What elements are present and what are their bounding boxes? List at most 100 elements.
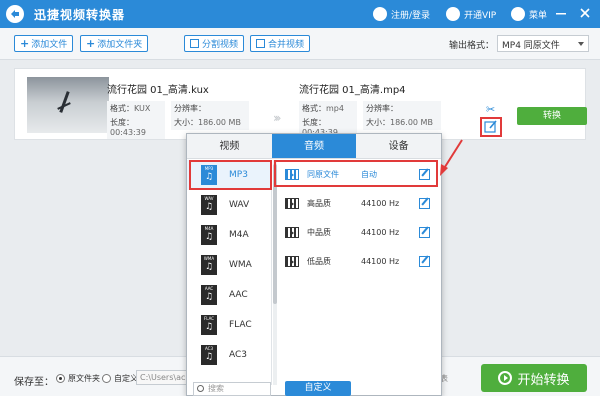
quality-name: 低品质 [307, 257, 331, 266]
search-placeholder: 搜索 [208, 384, 224, 393]
format-item-m4a[interactable]: M4A ♫ M4A [187, 220, 271, 250]
start-convert-label: 开始转换 [517, 372, 570, 388]
quality-rate: 44100 Hz [361, 257, 400, 266]
radio-custom-folder[interactable]: 自定义 [102, 373, 138, 384]
target-resolution: 分辨率： [363, 101, 441, 116]
source-size-label: 大小： [174, 118, 198, 127]
merge-video-button[interactable]: 合并视频 [250, 35, 311, 52]
edit-icon[interactable] [419, 227, 430, 238]
merge-video-label: 合并视频 [268, 40, 305, 50]
edit-settings-button[interactable] [480, 117, 502, 137]
target-size: 大小：186.00 MB [363, 115, 441, 130]
minimize-icon[interactable] [554, 6, 568, 20]
wav-file-icon: WAV ♫ [201, 195, 217, 215]
format-search-input[interactable]: 搜索 [193, 382, 271, 396]
radio-checked-icon [56, 374, 65, 383]
login-button[interactable]: 注册/登录 [373, 6, 430, 22]
source-duration-value: 00:43:39 [110, 128, 146, 137]
start-convert-button[interactable]: 开始转换 [481, 364, 587, 392]
edit-icon[interactable] [419, 256, 430, 267]
play-circle-icon [498, 371, 513, 385]
format-item-aac[interactable]: AAC ♫ AAC [187, 280, 271, 310]
menu-icon [511, 7, 525, 21]
source-file-name: 流行花园 01_高清.kux [107, 85, 209, 96]
target-size-value: 186.00 MB [390, 118, 433, 127]
video-preset-icon [285, 198, 299, 209]
radio-original-label: 原文件夹 [68, 374, 100, 383]
source-resolution-label: 分辨率： [174, 104, 206, 113]
target-format: 格式：mp4 [299, 101, 357, 116]
output-format-label: 输出格式： [449, 41, 495, 51]
flac-file-icon: FLAC ♫ [201, 315, 217, 335]
menu-button[interactable]: 菜单 [511, 6, 547, 22]
quality-item-medium[interactable]: 中品质 44100 Hz [279, 218, 439, 247]
format-item-wma[interactable]: WMA ♫ WMA [187, 250, 271, 280]
format-item-flac[interactable]: FLAC ♫ FLAC [187, 310, 271, 340]
split-video-button[interactable]: 分割视频 [184, 35, 245, 52]
target-file-name: 流行花园 01_高清.mp4 [299, 85, 406, 96]
edit-icon [484, 120, 497, 133]
format-list: MP3 ♫ MP3 WAV ♫ WAV M4A ♫ M4A WMA ♫ WMA AAC ♫… [187, 160, 272, 385]
tab-device[interactable]: 设备 [356, 134, 441, 158]
output-format-select[interactable]: MP4 同原文件 [497, 35, 589, 52]
chevron-down-icon [578, 42, 584, 46]
toolbar: + 添加文件 + 添加文件夹 分割视频 合并视频 输出格式： MP4 同原文件 [0, 28, 600, 60]
plus-icon: + [86, 36, 96, 50]
target-format-label: 格式： [302, 104, 326, 113]
add-file-label: 添加文件 [31, 40, 68, 50]
vip-button[interactable]: 开通VIP [446, 6, 496, 22]
format-label: M4A [229, 230, 249, 240]
format-badge: AC3 [204, 346, 213, 351]
quality-rate: 44100 Hz [361, 199, 400, 208]
radio-original-folder[interactable]: 原文件夹 [56, 373, 100, 384]
add-file-button[interactable]: + 添加文件 [14, 35, 74, 52]
edit-icon[interactable] [419, 198, 430, 209]
save-to-label: 保存至： [14, 377, 54, 388]
close-icon[interactable] [578, 6, 592, 20]
quality-item-low[interactable]: 低品质 44100 Hz [279, 247, 439, 276]
tab-video[interactable]: 视频 [187, 134, 272, 158]
format-item-ac3[interactable]: AC3 ♫ AC3 [187, 340, 271, 370]
custom-button[interactable]: 自定义 [285, 381, 351, 396]
format-badge: WAV [204, 196, 214, 201]
add-folder-button[interactable]: + 添加文件夹 [80, 35, 149, 52]
source-duration-label: 长度： [110, 118, 134, 127]
convert-arrow-icon: ››› [273, 111, 282, 125]
format-label: AC3 [229, 350, 248, 360]
source-format: 格式：KUX [107, 101, 165, 116]
convert-button[interactable]: 转换 [517, 107, 587, 125]
user-icon [373, 7, 387, 21]
video-preset-icon [285, 256, 299, 267]
split-video-label: 分割视频 [202, 40, 239, 50]
source-format-label: 格式： [110, 104, 134, 113]
menu-label: 菜单 [529, 10, 548, 21]
file-item: 流行花园 01_高清.kux 格式：KUX 分辨率： 长度：00:43:39 大… [14, 68, 587, 140]
format-badge: AAC [204, 286, 214, 291]
m4a-file-icon: M4A ♫ [201, 225, 217, 245]
source-size-value: 186.00 MB [198, 118, 241, 127]
format-list-scrollbar[interactable] [273, 160, 277, 385]
video-thumbnail[interactable] [27, 77, 109, 133]
split-icon [190, 39, 199, 48]
source-duration: 长度：00:43:39 [107, 115, 165, 139]
highlight-box-quality [274, 160, 438, 187]
add-folder-label: 添加文件夹 [97, 40, 143, 50]
quality-name: 高品质 [307, 199, 331, 208]
vip-icon [446, 7, 460, 21]
tab-audio[interactable]: 音频 [271, 134, 357, 158]
merge-icon [256, 39, 265, 48]
plus-icon: + [20, 36, 30, 50]
format-badge: WMA [203, 256, 215, 261]
format-label: WAV [229, 200, 250, 210]
format-item-wav[interactable]: WAV ♫ WAV [187, 190, 271, 220]
quality-item-high[interactable]: 高品质 44100 Hz [279, 189, 439, 218]
app-title: 迅捷视频转换器 [34, 8, 126, 22]
output-format-value: MP4 同原文件 [502, 41, 560, 51]
source-format-value: KUX [134, 104, 151, 113]
target-format-value: mp4 [326, 104, 344, 113]
source-resolution: 分辨率： [171, 101, 249, 116]
vip-label: 开通VIP [464, 10, 497, 21]
ac3-file-icon: AC3 ♫ [201, 345, 217, 365]
scissors-icon[interactable]: ✂ [486, 103, 495, 116]
format-badge: M4A [204, 226, 214, 231]
